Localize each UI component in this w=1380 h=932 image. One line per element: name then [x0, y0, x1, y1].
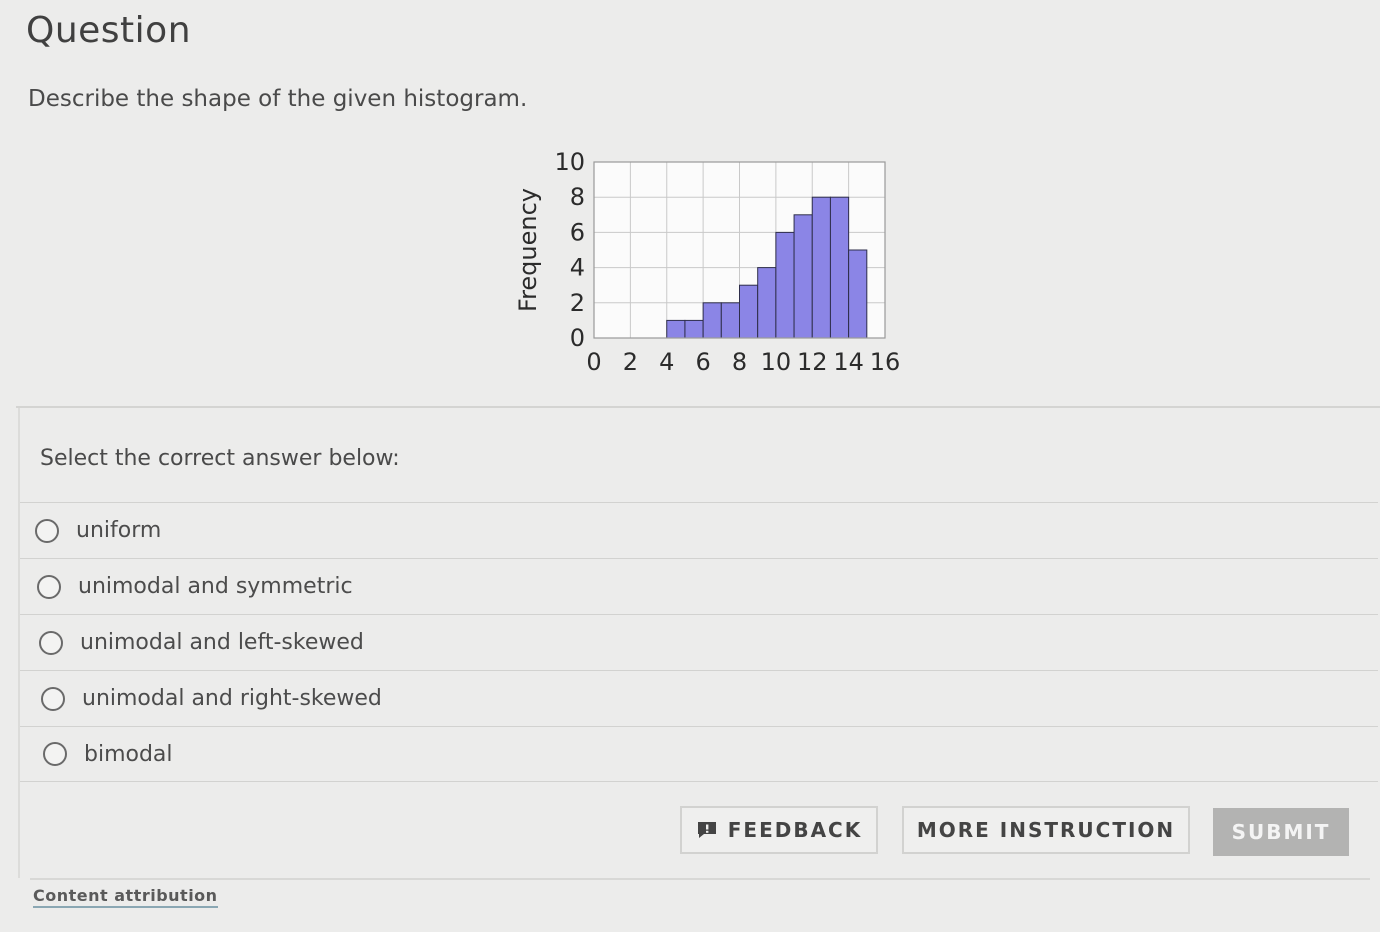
histogram-bar — [775, 231, 795, 339]
radio-button[interactable] — [35, 518, 59, 543]
histogram-bar — [739, 284, 759, 339]
option-label: unimodal and left-skewed — [80, 630, 364, 655]
histogram-bar — [793, 214, 813, 339]
radio-button[interactable] — [43, 742, 67, 766]
x-tick-label: 8 — [732, 348, 747, 376]
content-attribution-link[interactable]: Content attribution — [33, 886, 218, 908]
radio-button[interactable] — [41, 686, 65, 711]
y-tick-label: 2 — [570, 289, 585, 317]
histogram-bar — [702, 302, 722, 339]
histogram-bar — [720, 302, 740, 339]
x-tick-label: 12 — [797, 348, 828, 376]
y-axis-label: Frequency — [514, 188, 542, 312]
x-tick-label: 6 — [695, 348, 710, 376]
x-tick-label: 16 — [870, 348, 901, 376]
option-uniform[interactable]: uniform — [20, 502, 1378, 558]
y-tick-label: 4 — [570, 254, 585, 282]
histogram-bar — [829, 196, 850, 339]
option-label: unimodal and symmetric — [78, 574, 353, 599]
histogram-chart: 0 2 4 6 8 10 12 14 16 0 2 4 6 8 10 Frequency — [500, 140, 920, 390]
x-tick-label: 4 — [659, 348, 674, 376]
y-tick-label: 0 — [570, 324, 585, 352]
y-tick-label: 6 — [570, 218, 585, 246]
submit-button[interactable]: SUBMIT — [1213, 808, 1349, 856]
option-bimodal[interactable]: bimodal — [20, 726, 1378, 782]
y-tick-label: 10 — [554, 148, 585, 176]
submit-label: SUBMIT — [1231, 820, 1331, 844]
radio-button[interactable] — [37, 574, 61, 599]
histogram-bar — [811, 196, 831, 339]
x-tick-label: 14 — [833, 348, 864, 376]
histogram-bar — [666, 319, 686, 339]
x-tick-label: 10 — [761, 348, 792, 376]
radio-button[interactable] — [39, 630, 63, 655]
question-prompt: Describe the shape of the given histogra… — [28, 86, 528, 112]
x-tick-label: 0 — [586, 348, 601, 376]
option-unimodal-right-skewed[interactable]: unimodal and right-skewed — [20, 670, 1378, 726]
histogram-bar — [848, 249, 868, 339]
feedback-icon — [697, 822, 716, 838]
feedback-label: FEEDBACK — [727, 818, 863, 842]
option-unimodal-left-skewed[interactable]: unimodal and left-skewed — [20, 614, 1378, 670]
select-answer-label: Select the correct answer below: — [40, 446, 400, 471]
page-title: Question — [26, 10, 192, 51]
y-tick-label: 8 — [570, 183, 585, 211]
option-label: unimodal and right-skewed — [82, 686, 382, 711]
answer-options: uniform unimodal and symmetric unimodal … — [20, 502, 1378, 782]
option-label: uniform — [76, 518, 162, 543]
option-unimodal-symmetric[interactable]: unimodal and symmetric — [20, 558, 1378, 614]
histogram-svg: 0 2 4 6 8 10 12 14 160246810Frequency — [514, 148, 901, 376]
x-tick-label: 2 — [623, 348, 638, 376]
option-label: bimodal — [84, 741, 173, 767]
more-instruction-button[interactable]: MORE INSTRUCTION — [902, 806, 1190, 854]
feedback-button[interactable]: FEEDBACK — [680, 806, 878, 854]
more-instruction-label: MORE INSTRUCTION — [916, 818, 1176, 842]
histogram-bar — [757, 267, 777, 339]
histogram-bar — [684, 319, 704, 339]
